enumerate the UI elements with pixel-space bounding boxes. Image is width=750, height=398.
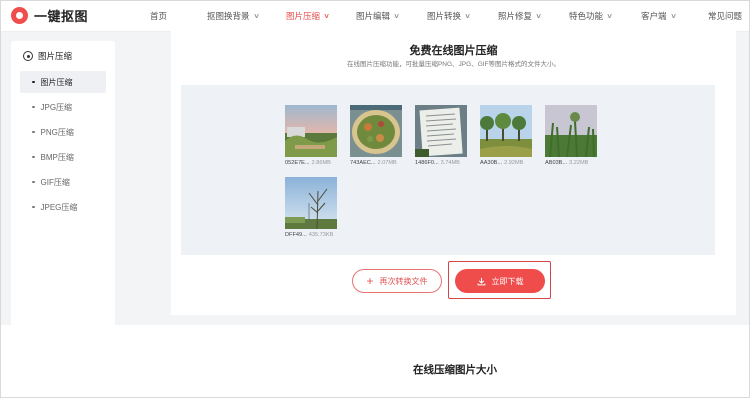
compress-panel: 免费在线图片压缩 在线图片压缩功能，可批量压缩PNG、JPG、GIF等图片格式的… <box>171 30 736 315</box>
file-size: 3.22MB <box>569 160 589 166</box>
image-preview <box>415 105 467 157</box>
sidebar-item-4[interactable]: BMP压缩 <box>20 146 106 168</box>
sidebar-item-3[interactable]: PNG压缩 <box>20 121 106 143</box>
file-thumbnail[interactable]: 052E7E... 2.86MB <box>285 105 337 166</box>
sidebar-item-label: JPG压缩 <box>40 102 73 112</box>
nav-item-label: 特色功能 <box>569 11 604 21</box>
nav-item-1[interactable]: 首页 <box>150 0 207 32</box>
convert-again-button[interactable]: + 再次转换文件 <box>352 269 442 293</box>
sidebar-title: 图片压缩 <box>38 51 73 61</box>
file-thumbnail[interactable]: AB03B... 3.22MB <box>545 105 597 166</box>
nav-item-2[interactable]: 抠图换背景 ∨ <box>207 0 286 32</box>
app-name: 一键抠图 <box>34 9 89 24</box>
file-name: DFF49... <box>285 232 307 238</box>
bullet-icon <box>32 155 35 159</box>
sidebar-item-2[interactable]: JPG压缩 <box>20 96 106 118</box>
file-size: 2.07MB <box>377 160 397 166</box>
sidebar-item-5[interactable]: GIF压缩 <box>20 171 106 193</box>
file-size: 2.92MB <box>504 160 524 166</box>
image-preview <box>285 177 337 229</box>
file-meta: 743AEC... 2.07MB <box>350 160 402 166</box>
file-size: 435.73KB <box>308 232 334 238</box>
image-preview <box>350 105 402 157</box>
file-name: AA30B... <box>480 160 503 166</box>
file-meta: 052E7E... 2.86MB <box>285 160 337 166</box>
nav-item-label: 常见问题 <box>708 11 743 21</box>
sidebar-item-label: JPEG压缩 <box>40 202 78 212</box>
file-size: 3.74MB <box>440 160 460 166</box>
target-icon <box>23 51 33 61</box>
chevron-down-icon: ∨ <box>464 13 471 20</box>
file-thumbnail[interactable]: 1486F0... 3.74MB <box>415 105 467 166</box>
file-thumbnail[interactable]: DFF49... 435.73KB <box>285 177 337 238</box>
plus-icon: + <box>366 274 374 288</box>
nav-item-5[interactable]: 图片转换 ∨ <box>427 0 498 32</box>
nav-item-4[interactable]: 图片编辑 ∨ <box>356 0 427 32</box>
main-nav: 首页 抠图换背景 ∨ 图片压缩 ∨ 图片编辑 ∨ 图片转换 ∨ 照片修复 ∨ 特色功能 ∨ 客户端 ∨ 常见问… <box>150 0 750 32</box>
bullet-icon <box>32 205 35 209</box>
chevron-down-icon: ∨ <box>535 13 542 20</box>
file-meta: AA30B... 2.92MB <box>480 160 532 166</box>
sidebar-item-label: BMP压缩 <box>40 152 74 162</box>
file-name: AB03B... <box>545 160 568 166</box>
file-meta: AB03B... 3.22MB <box>545 160 597 166</box>
nav-item-8[interactable]: 客户端 ∨ <box>641 0 708 32</box>
sidebar-list: 图片压缩 JPG压缩 PNG压缩 BMP压缩 GIF压缩 JPEG压缩 <box>11 71 115 218</box>
chevron-down-icon: ∨ <box>323 13 330 20</box>
file-name: 743AEC... <box>350 160 376 166</box>
chevron-down-icon: ∨ <box>606 13 613 20</box>
nav-item-6[interactable]: 照片修复 ∨ <box>498 0 569 32</box>
sidebar-item-label: PNG压缩 <box>40 127 74 137</box>
page-subtitle: 在线图片压缩功能，可批量压缩PNG、JPG、GIF等图片格式的文件大小。 <box>346 61 561 68</box>
nav-item-9[interactable]: 常见问题 <box>708 0 750 32</box>
chevron-down-icon: ∨ <box>393 13 400 20</box>
chevron-down-icon: ∨ <box>669 13 677 20</box>
sidebar-item-label: GIF压缩 <box>40 177 70 187</box>
bullet-icon <box>32 80 35 84</box>
file-name: 052E7E... <box>285 160 310 166</box>
file-meta: 1486F0... 3.74MB <box>415 160 467 166</box>
nav-item-label: 照片修复 <box>498 11 533 21</box>
top-header: 一键抠图 首页 抠图换背景 ∨ 图片压缩 ∨ 图片编辑 ∨ 图片转换 ∨ 照片修复 ∨ 特色功能 ∨ 客户… <box>0 0 750 32</box>
section-title: 在线压缩图片大小 <box>413 364 497 376</box>
image-preview <box>285 105 337 157</box>
logo-icon <box>11 7 28 24</box>
download-label: 立即下载 <box>491 276 524 286</box>
file-meta: DFF49... 435.73KB <box>285 232 337 238</box>
sidebar-item-1[interactable]: 图片压缩 <box>20 71 106 93</box>
bullet-icon <box>32 130 35 134</box>
image-preview <box>480 105 532 157</box>
file-thumbnail[interactable]: 743AEC... 2.07MB <box>350 105 402 166</box>
nav-item-label: 抠图换背景 <box>207 11 250 21</box>
file-size: 2.86MB <box>311 160 331 166</box>
page-title: 免费在线图片压缩 <box>409 45 498 57</box>
bullet-icon <box>32 105 35 109</box>
nav-item-3[interactable]: 图片压缩 ∨ <box>286 0 356 32</box>
download-icon <box>477 277 485 285</box>
nav-item-label: 客户端 <box>641 11 667 21</box>
file-name: 1486F0... <box>415 160 439 166</box>
bullet-icon <box>32 180 35 184</box>
file-thumbnail[interactable]: AA30B... 2.92MB <box>480 105 532 166</box>
sidebar-item-6[interactable]: JPEG压缩 <box>20 196 106 218</box>
sidebar-header: 图片压缩 <box>11 41 115 71</box>
file-gallery: 052E7E... 2.86MB 743AEC... 2.07MB 1486F0... 3… <box>181 85 715 255</box>
nav-item-label: 图片转换 <box>427 11 462 21</box>
chevron-down-icon: ∨ <box>252 13 260 20</box>
nav-item-label: 图片编辑 <box>356 11 391 21</box>
nav-item-label: 图片压缩 <box>286 11 321 21</box>
image-preview <box>545 105 597 157</box>
convert-again-label: 再次转换文件 <box>379 276 428 286</box>
sidebar: 图片压缩 图片压缩 JPG压缩 PNG压缩 BMP压缩 GIF压缩 JPEG压缩 <box>11 41 115 347</box>
nav-item-7[interactable]: 特色功能 ∨ <box>569 0 641 32</box>
logo[interactable]: 一键抠图 <box>11 6 88 25</box>
download-button[interactable]: 立即下载 <box>455 269 545 293</box>
sidebar-item-label: 图片压缩 <box>40 77 73 87</box>
nav-item-label: 首页 <box>150 11 168 21</box>
